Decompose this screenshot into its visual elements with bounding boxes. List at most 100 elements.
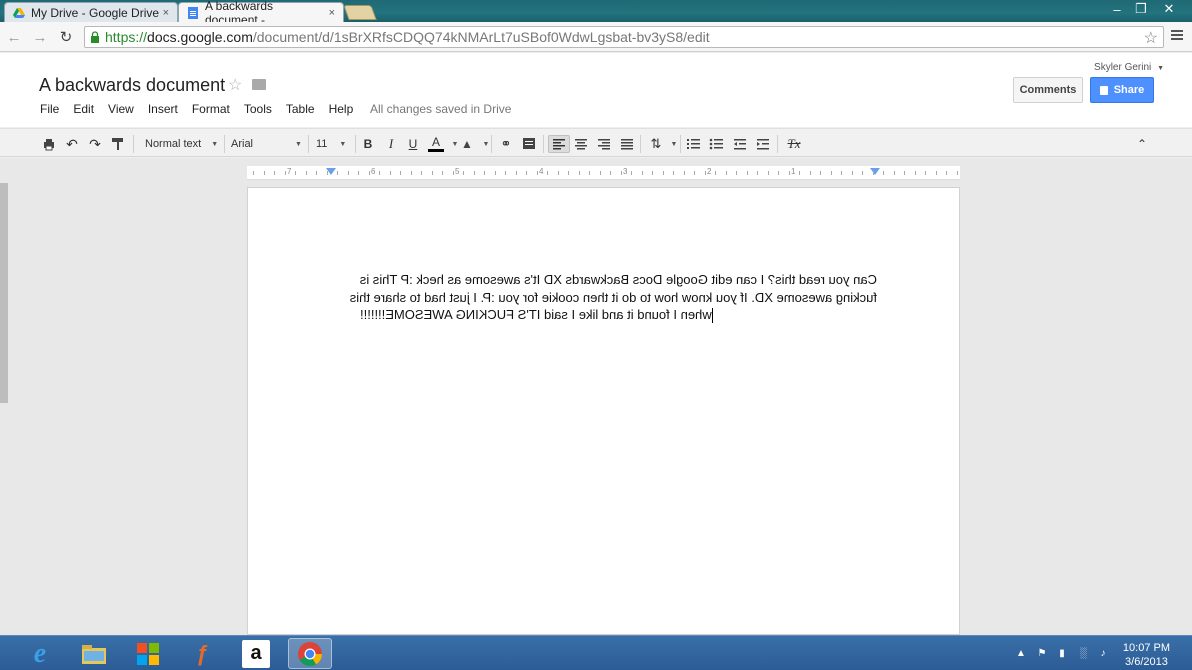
restore-icon[interactable]: ❐ — [1128, 0, 1154, 18]
show-hidden-icons[interactable]: ▲ — [1015, 647, 1027, 659]
redo-icon[interactable]: ↷ — [87, 135, 103, 153]
ruler-tick — [715, 171, 716, 175]
increase-indent-icon[interactable] — [755, 135, 771, 153]
ruler-tick — [568, 171, 569, 175]
user-account-menu[interactable]: Skyler Gerini ▼ — [1094, 62, 1164, 73]
media-center-icon[interactable] — [126, 638, 170, 669]
document-body[interactable]: Can you read this? I can edit Google Doc… — [350, 271, 877, 324]
forward-arrow-icon[interactable]: → — [30, 27, 50, 47]
menu-tools[interactable]: Tools — [244, 102, 272, 116]
chevron-down-icon[interactable]: ▼ — [670, 135, 678, 153]
formatting-toolbar: ↶ ↷ Normal text ▼ Arial ▼ 11 ▼ B I U A ▼ ▲ … — [0, 128, 1192, 157]
ruler-tick — [820, 171, 821, 175]
ruler-tick — [946, 171, 947, 175]
align-right-icon[interactable] — [596, 135, 612, 153]
tab-close-icon[interactable]: × — [163, 7, 169, 19]
file-explorer-icon[interactable] — [72, 638, 116, 669]
internet-explorer-icon[interactable]: e — [18, 638, 62, 669]
print-icon[interactable] — [41, 135, 57, 153]
ruler[interactable]: 7 6 5 4 3 2 1 — [247, 166, 960, 180]
signal-icon[interactable]: ░ — [1077, 647, 1089, 659]
ruler-tick — [578, 171, 580, 175]
address-bar[interactable]: https:// docs.google.com /document/d/1sB… — [84, 26, 1164, 48]
decrease-indent-icon[interactable] — [732, 135, 748, 153]
document-title[interactable]: A backwards document — [39, 75, 225, 96]
text-color-button[interactable]: A — [426, 135, 446, 153]
ruler-tick — [410, 171, 412, 175]
left-indent-marker[interactable] — [326, 168, 336, 175]
ruler-tick — [326, 171, 328, 175]
app-icon[interactable]: ƒ — [180, 638, 224, 669]
left-scrollbar[interactable] — [0, 183, 8, 403]
flag-icon[interactable]: ⚑ — [1036, 647, 1048, 659]
align-left-icon[interactable] — [548, 135, 570, 153]
align-center-icon[interactable] — [573, 135, 589, 153]
comment-icon[interactable] — [521, 135, 537, 153]
folder-icon[interactable] — [252, 79, 266, 90]
font-size-dropdown[interactable]: 11 ▼ — [316, 135, 352, 153]
share-button[interactable]: Share — [1090, 77, 1154, 103]
right-indent-marker[interactable] — [870, 168, 880, 175]
ruler-tick — [358, 171, 359, 175]
url-scheme: https:// — [105, 29, 148, 45]
bulleted-list-icon[interactable] — [709, 135, 725, 153]
clear-formatting-icon[interactable]: Tx — [785, 135, 803, 153]
ruler-tick — [872, 171, 874, 175]
ruler-tick — [725, 171, 727, 175]
paint-format-icon[interactable] — [110, 135, 126, 153]
collapse-chevron-icon[interactable]: ⌃ — [1134, 135, 1150, 153]
document-page[interactable]: Can you read this? I can edit Google Doc… — [247, 187, 960, 635]
battery-icon[interactable]: ▮ — [1056, 647, 1068, 659]
line-spacing-icon[interactable]: ⇅ — [647, 135, 665, 153]
ruler-number: 3 — [623, 167, 628, 176]
comments-button[interactable]: Comments — [1013, 77, 1083, 103]
font-dropdown[interactable]: Arial ▼ — [231, 135, 305, 153]
new-tab-button[interactable] — [343, 5, 377, 20]
highlight-color-icon[interactable]: ▲ — [459, 135, 475, 153]
underline-button[interactable]: U — [406, 135, 420, 153]
tab-my-drive[interactable]: My Drive - Google Drive × — [4, 2, 178, 22]
browser-menu-icon[interactable] — [1170, 28, 1184, 42]
italic-button[interactable]: I — [384, 135, 398, 153]
docs-header: A backwards document ☆ File Edit View In… — [0, 53, 1192, 127]
star-icon[interactable]: ☆ — [228, 75, 242, 95]
ruler-tick — [515, 171, 517, 175]
menu-table[interactable]: Table — [286, 102, 315, 116]
back-arrow-icon[interactable]: ← — [4, 27, 24, 47]
justify-icon[interactable] — [619, 135, 635, 153]
link-icon[interactable]: ⚭ — [497, 135, 515, 153]
bold-button[interactable]: B — [361, 135, 375, 153]
ruler-tick — [526, 171, 527, 175]
chevron-down-icon[interactable]: ▼ — [451, 135, 459, 153]
menu-help[interactable]: Help — [329, 102, 354, 116]
ruler-tick — [830, 171, 832, 175]
menu-insert[interactable]: Insert — [148, 102, 178, 116]
volume-icon[interactable]: ♪ — [1097, 647, 1109, 659]
save-status[interactable]: All changes saved in Drive — [370, 102, 511, 116]
undo-icon[interactable]: ↶ — [64, 135, 80, 153]
numbered-list-icon[interactable] — [686, 135, 702, 153]
chrome-icon[interactable] — [288, 638, 332, 669]
ruler-number: 1 — [791, 167, 796, 176]
menu-format[interactable]: Format — [192, 102, 230, 116]
style-dropdown[interactable]: Normal text ▼ — [145, 135, 221, 153]
chevron-down-icon: ▼ — [211, 140, 219, 148]
close-window-icon[interactable]: ✕ — [1156, 0, 1182, 18]
clock-date: 3/6/2013 — [1125, 656, 1168, 668]
menu-file[interactable]: File — [40, 102, 59, 116]
ruler-tick — [599, 171, 601, 175]
minimize-icon[interactable]: – — [1104, 0, 1130, 18]
share-label: Share — [1113, 84, 1145, 96]
ruler-tick — [704, 171, 706, 175]
menu-view[interactable]: View — [108, 102, 134, 116]
ruler-tick — [851, 171, 853, 175]
ruler-number: 6 — [371, 167, 376, 176]
tab-close-icon[interactable]: × — [329, 7, 335, 19]
bookmark-star-icon[interactable]: ☆ — [1144, 28, 1158, 48]
menu-edit[interactable]: Edit — [73, 102, 94, 116]
reload-icon[interactable]: ↻ — [56, 27, 76, 47]
tab-backwards-document[interactable]: A backwards document - × — [178, 0, 344, 27]
amazon-icon[interactable]: a — [234, 638, 278, 669]
system-clock[interactable]: 10:07 PM 3/6/2013 — [1123, 641, 1170, 669]
chevron-down-icon[interactable]: ▼ — [482, 135, 490, 153]
